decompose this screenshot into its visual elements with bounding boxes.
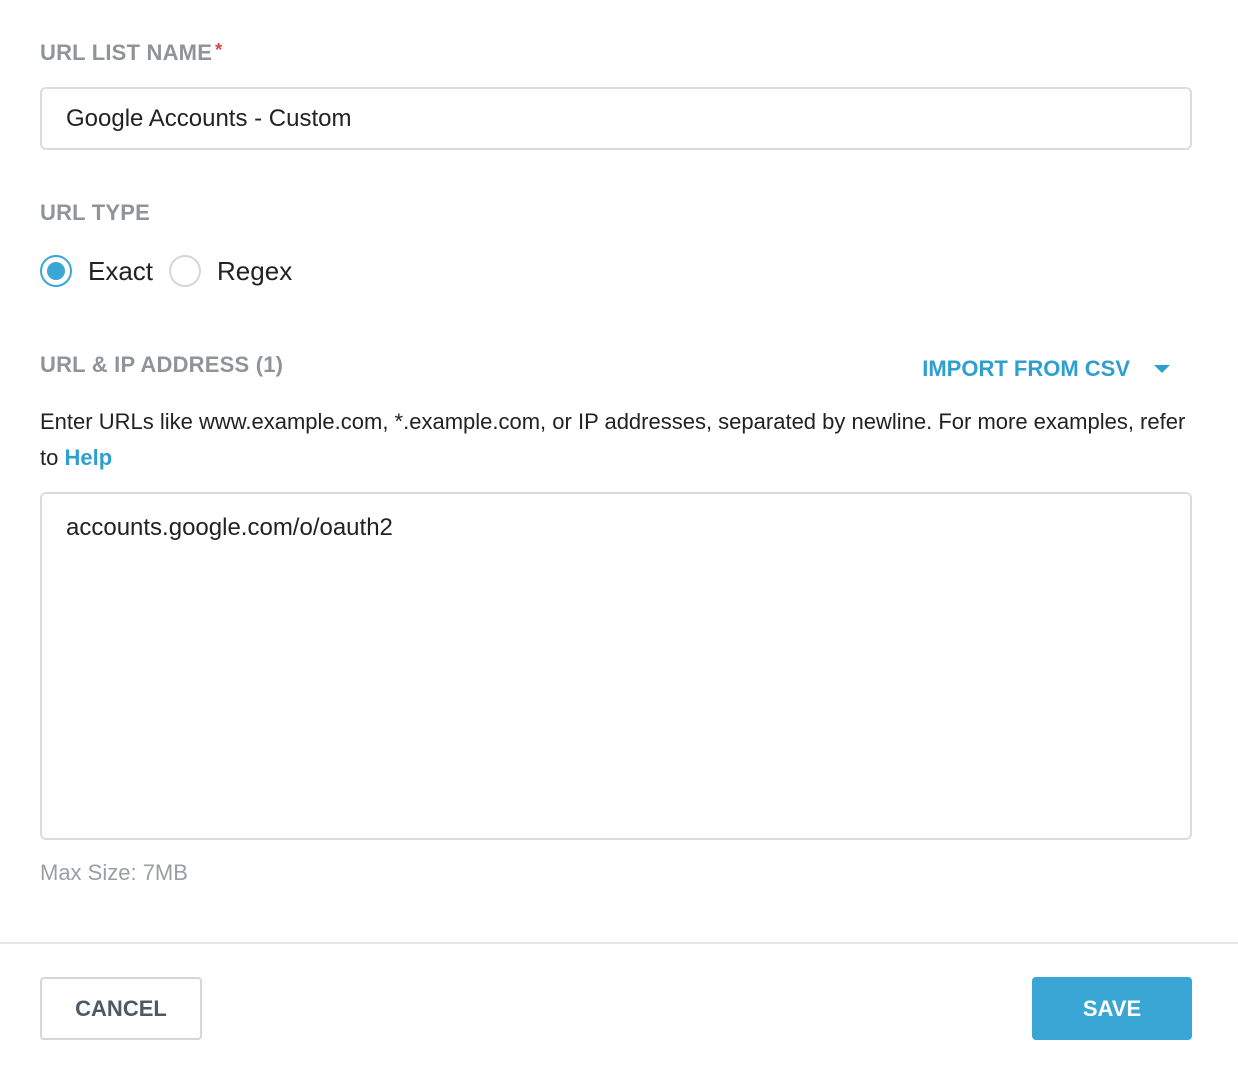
footer-divider <box>0 942 1238 944</box>
max-size-text: Max Size: 7MB <box>40 860 188 885</box>
help-text-body: Enter URLs like www.example.com, *.examp… <box>40 409 1186 470</box>
radio-option-regex[interactable]: Regex <box>169 255 292 287</box>
help-link[interactable]: Help <box>64 445 112 470</box>
url-type-label: URL TYPE <box>40 200 150 225</box>
import-from-csv-label: IMPORT FROM CSV <box>922 356 1130 381</box>
url-list-name-label-text: URL LIST NAME <box>40 40 213 65</box>
radio-option-exact[interactable]: Exact <box>40 255 153 287</box>
caret-down-icon <box>1154 365 1170 373</box>
url-list-textarea[interactable]: accounts.google.com/o/oauth2 <box>40 492 1192 840</box>
url-list-name-input[interactable] <box>40 87 1192 150</box>
radio-exact-checked[interactable] <box>40 255 72 287</box>
radio-regex-label: Regex <box>217 255 293 286</box>
import-from-csv-dropdown[interactable]: IMPORT FROM CSV <box>922 356 1170 382</box>
url-ip-address-label: URL & IP ADDRESS (1) <box>40 352 284 377</box>
save-button[interactable]: SAVE <box>1032 977 1192 1040</box>
url-type-radio-group: Exact Regex <box>40 255 308 287</box>
radio-exact-label: Exact <box>88 255 154 286</box>
url-list-name-label: URL LIST NAME * <box>40 40 222 66</box>
cancel-button[interactable]: CANCEL <box>40 977 202 1040</box>
radio-regex-unchecked[interactable] <box>169 255 202 287</box>
required-asterisk: * <box>215 40 223 60</box>
url-help-text: Enter URLs like www.example.com, *.examp… <box>40 404 1200 476</box>
